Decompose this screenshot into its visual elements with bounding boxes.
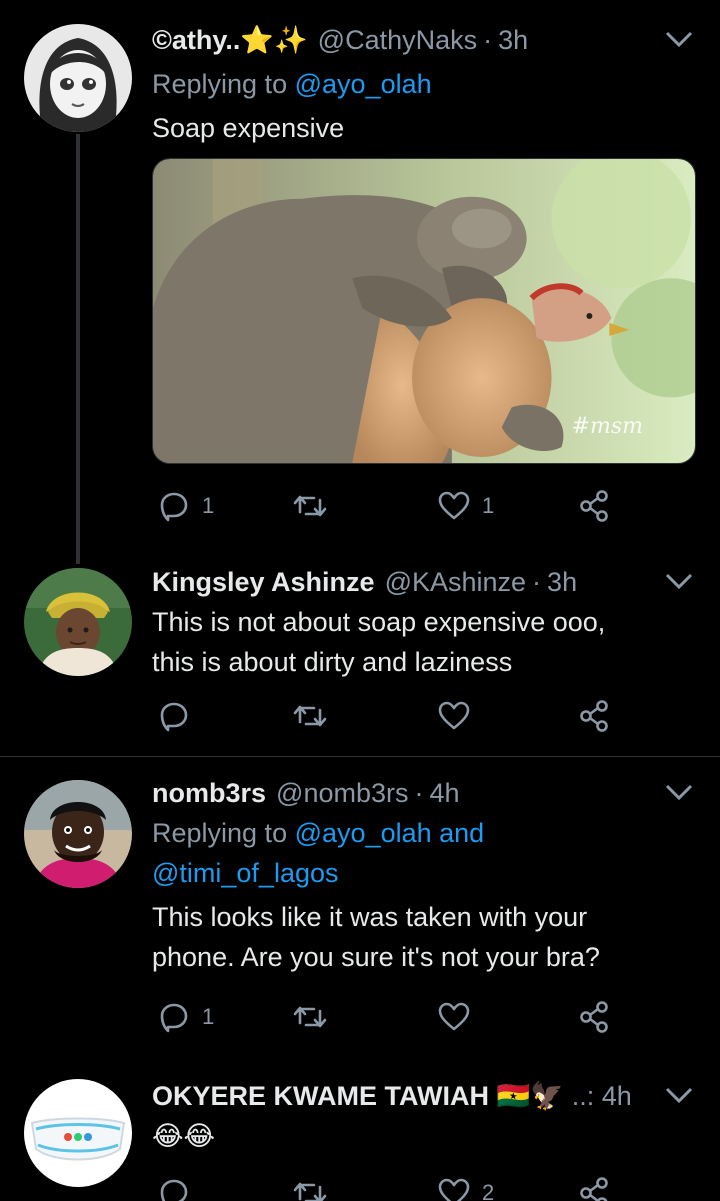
retweet-icon <box>293 1006 327 1028</box>
like-button[interactable] <box>436 997 482 1037</box>
like-button[interactable] <box>436 696 482 736</box>
tweet-actions <box>152 696 642 736</box>
reply-button[interactable]: 1 <box>156 486 214 526</box>
retweet-button[interactable] <box>292 696 338 736</box>
handle[interactable]: @nomb3rs <box>276 775 408 811</box>
reply-button[interactable] <box>156 1173 202 1201</box>
tweet-kingsley[interactable]: Kingsley Ashinze @KAshinze · 3h This is … <box>0 540 720 756</box>
reply-button[interactable]: 1 <box>156 997 214 1037</box>
replying-label: Replying to <box>152 818 288 848</box>
like-icon <box>438 701 470 730</box>
like-count: 2 <box>482 1180 495 1201</box>
like-icon <box>438 1178 470 1201</box>
share-icon <box>580 1001 608 1033</box>
replying-to: Replying to @ayo_olah <box>152 64 696 104</box>
handle[interactable]: @CathyNaks <box>318 22 477 58</box>
handle[interactable]: @KAshinze <box>385 564 526 600</box>
replying-and[interactable]: and <box>439 818 484 848</box>
reply-count: 1 <box>202 1004 215 1029</box>
tweet-cathy[interactable]: ©athy..⭐✨ @CathyNaks · 3h Replying to @a… <box>0 0 720 564</box>
tweet-text-line: this is about dirty and laziness <box>152 647 513 677</box>
separator: · <box>414 778 424 808</box>
display-name[interactable]: OKYERE KWAME TAWIAH 🇬🇭🦅 <box>152 1078 564 1114</box>
share-button[interactable] <box>576 696 612 736</box>
separator: · <box>483 25 493 55</box>
tweet-okyere[interactable]: OKYERE KWAME TAWIAH 🇬🇭🦅 ..: 4h 😂😂 2 <box>0 1057 720 1201</box>
tweet-text-line: This is not about soap expensive ooo, <box>152 607 606 637</box>
retweet-button[interactable] <box>292 1173 338 1201</box>
avatar[interactable] <box>24 1079 132 1187</box>
tweet-actions: 2 <box>152 1173 642 1201</box>
display-name[interactable]: Kingsley Ashinze <box>152 564 375 600</box>
reply-button[interactable] <box>156 696 202 736</box>
tweet-header: nomb3rs @nomb3rs · 4h <box>152 775 696 811</box>
chevron-down-icon[interactable] <box>662 26 696 52</box>
avatar[interactable] <box>24 568 132 676</box>
retweet-icon <box>293 495 327 517</box>
share-button[interactable] <box>576 486 612 526</box>
like-icon <box>438 1002 470 1031</box>
tweet-text: 😂😂 <box>152 1121 216 1151</box>
tweet-header: OKYERE KWAME TAWIAH 🇬🇭🦅 ..: 4h <box>152 1078 696 1114</box>
tweet-text: This looks like it was taken with your p… <box>152 897 696 977</box>
mention-link[interactable]: @ayo_olah <box>295 69 432 99</box>
mention-link[interactable]: @timi_of_lagos <box>152 858 339 888</box>
retweet-icon <box>293 705 327 727</box>
share-icon <box>580 490 608 522</box>
tweet-text: Soap expensive <box>152 113 345 143</box>
share-icon <box>580 700 608 732</box>
like-button[interactable]: 2 <box>436 1173 494 1201</box>
share-button[interactable] <box>576 997 612 1037</box>
like-button[interactable]: 1 <box>436 486 494 526</box>
mention-link[interactable]: @ayo_olah <box>295 818 432 848</box>
like-count: 1 <box>482 493 495 518</box>
reply-icon <box>160 1179 188 1201</box>
timestamp[interactable]: 3h <box>498 22 528 58</box>
avatar[interactable] <box>24 780 132 888</box>
retweet-button[interactable] <box>292 486 338 526</box>
display-name[interactable]: nomb3rs <box>152 775 266 811</box>
tweet-actions: 1 1 <box>152 486 642 526</box>
like-icon <box>438 491 470 520</box>
timestamp[interactable]: ..: 4h <box>572 1078 632 1114</box>
share-button[interactable] <box>576 1173 612 1201</box>
timestamp[interactable]: 3h <box>547 564 577 600</box>
chevron-down-icon[interactable] <box>662 1082 696 1108</box>
tweet-header: Kingsley Ashinze @KAshinze · 3h <box>152 564 696 600</box>
chevron-down-icon[interactable] <box>662 568 696 594</box>
chevron-down-icon[interactable] <box>662 779 696 805</box>
tweet-actions: 1 <box>152 997 642 1037</box>
reply-icon <box>160 492 188 522</box>
tweet-text-line: This looks like it was taken with your <box>152 902 588 932</box>
reply-count: 1 <box>202 493 215 518</box>
reply-icon <box>160 702 188 732</box>
thread-line <box>76 134 80 564</box>
media-watermark: #msm <box>571 414 643 439</box>
share-icon <box>580 1177 608 1201</box>
reply-icon <box>160 1003 188 1033</box>
replying-to: Replying to @ayo_olah and @timi_of_lagos <box>152 813 696 893</box>
display-name[interactable]: ©athy..⭐✨ <box>152 22 308 58</box>
retweet-button[interactable] <box>292 997 338 1037</box>
replying-label: Replying to <box>152 69 288 99</box>
tweet-text: This is not about soap expensive ooo, th… <box>152 602 696 682</box>
avatar[interactable] <box>24 24 132 132</box>
tweet-nomb3rs[interactable]: nomb3rs @nomb3rs · 4h Replying to @ayo_o… <box>0 757 720 1057</box>
separator: · <box>532 567 542 597</box>
retweet-icon <box>293 1182 327 1201</box>
tweet-media-image[interactable]: #msm <box>152 158 696 464</box>
tweet-header: ©athy..⭐✨ @CathyNaks · 3h <box>152 22 696 58</box>
tweet-text-line: phone. Are you sure it's not your bra? <box>152 942 600 972</box>
timestamp[interactable]: 4h <box>430 775 460 811</box>
